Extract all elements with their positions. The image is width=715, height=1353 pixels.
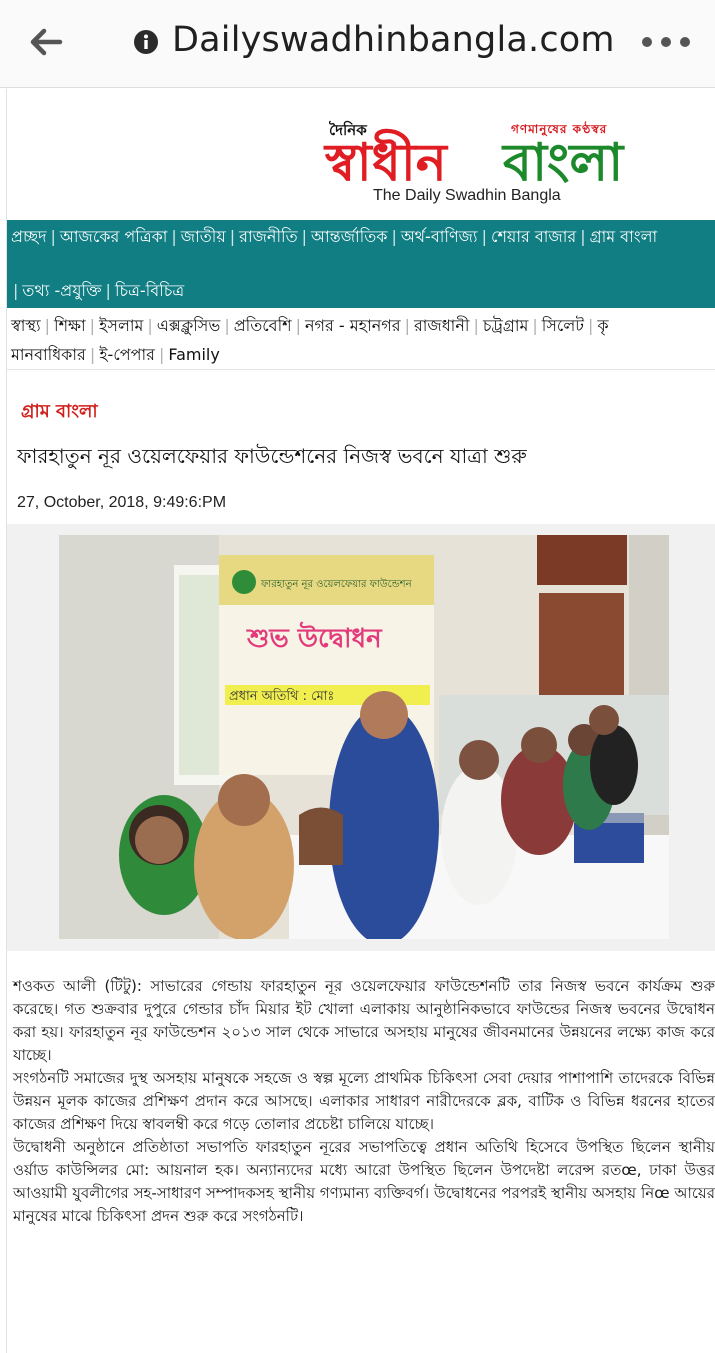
subnav-family[interactable]: Family <box>168 345 219 364</box>
logo-swadhin: স্বাধীন <box>325 132 447 193</box>
logo-english-name: The Daily Swadhin Bangla <box>373 187 561 204</box>
banner-line-text: প্রধান অতিথি : মোঃ <box>229 688 334 704</box>
nav-business[interactable]: অর্থ-বাণিজ্য <box>401 227 478 246</box>
subnav-education[interactable]: শিক্ষা <box>54 316 86 335</box>
nav-tech[interactable]: তথ্য -প্রযুক্তি <box>22 281 101 300</box>
sub-navigation: স্বাস্থ্য | শিক্ষা | ইসলাম | এক্সক্লুসিভ | প্রতি… <box>11 316 609 364</box>
main-navigation: প্রচ্ছদ | আজকের পত্রিকা | জাতীয় | রাজনীতি | আন্… <box>7 220 715 308</box>
browser-toolbar: Dailyswadhinbangla.com <box>0 0 715 88</box>
arrow-left-icon[interactable] <box>26 22 66 62</box>
subnav-human-rights[interactable]: মানবাধিকার <box>11 345 86 364</box>
nav-national[interactable]: জাতীয় <box>181 227 226 246</box>
subnav-agriculture[interactable]: কৃ <box>597 316 608 335</box>
subnav-neighbour[interactable]: প্রতিবেশি <box>234 316 292 335</box>
web-page: দৈনিক গণমানুষের কণ্ঠস্বর স্বাধীন বাংলা T… <box>6 89 715 1353</box>
nav-share-market[interactable]: শেয়ার বাজার <box>491 227 576 246</box>
nav-gram-bangla[interactable]: গ্রাম বাংলা <box>590 227 658 246</box>
article-date: 27, October, 2018, 9:49:6:PM <box>17 494 227 511</box>
article-photo[interactable]: ফারহাতুন নূর ওয়েলফেয়ার ফাউন্ডেশন শুভ উ… <box>59 535 669 939</box>
nav-home[interactable]: প্রচ্ছদ <box>11 227 47 246</box>
logo-bangla: বাংলা <box>503 132 624 193</box>
subnav-health[interactable]: স্বাস্থ্য <box>11 316 41 335</box>
site-logo[interactable]: দৈনিক গণমানুষের কণ্ঠস্বর স্বাধীন বাংলা T… <box>325 109 685 211</box>
banner-header-text: ফারহাতুন নূর ওয়েলফেয়ার ফাউন্ডেশন <box>260 577 413 590</box>
more-horizontal-icon[interactable] <box>640 30 692 54</box>
article-body: শওকত আলী (টিটু): সাভারের গেন্ডায় ফারহাত… <box>13 975 715 1228</box>
nav-miscellany[interactable]: চিত্র-বিচিত্র <box>115 281 184 300</box>
subnav-chattogram[interactable]: চট্রগ্রাম <box>483 316 529 335</box>
address-bar-url[interactable]: Dailyswadhinbangla.com <box>172 20 615 60</box>
article-paragraph: শওকত আলী (টিটু): সাভারের গেন্ডায় ফারহাত… <box>13 977 715 1064</box>
divider <box>7 369 715 370</box>
article-paragraph: সংগঠনটি সমাজের দুস্থ অসহায় মানুষকে সহজে… <box>13 1069 715 1133</box>
info-icon[interactable] <box>133 29 159 55</box>
article-headline: ফারহাতুন নূর ওয়েলফেয়ার ফাউন্ডেশনের নিজ… <box>17 444 527 468</box>
nav-todays-paper[interactable]: আজকের পত্রিকা <box>60 227 168 246</box>
subnav-islam[interactable]: ইসলাম <box>99 316 143 335</box>
subnav-sylhet[interactable]: সিলেট <box>542 316 584 335</box>
banner-title-text: শুভ উদ্বোধন <box>246 621 383 654</box>
article-photo-container: ফারহাতুন নূর ওয়েলফেয়ার ফাউন্ডেশন শুভ উ… <box>7 524 715 951</box>
subnav-exclusive[interactable]: এক্সক্লুসিভ <box>157 316 221 335</box>
nav-international[interactable]: আন্তর্জাতিক <box>311 227 387 246</box>
subnav-epaper[interactable]: ই-পেপার <box>99 345 155 364</box>
article-paragraph: উদ্বোধনী অনুষ্ঠানে প্রতিষ্ঠাতা সভাপতি ফা… <box>13 1138 715 1225</box>
subnav-city[interactable]: নগর - মহানগর <box>305 316 401 335</box>
subnav-capital[interactable]: রাজধানী <box>414 316 470 335</box>
article-category[interactable]: গ্রাম বাংলা <box>21 397 98 428</box>
nav-politics[interactable]: রাজনীতি <box>239 227 297 246</box>
